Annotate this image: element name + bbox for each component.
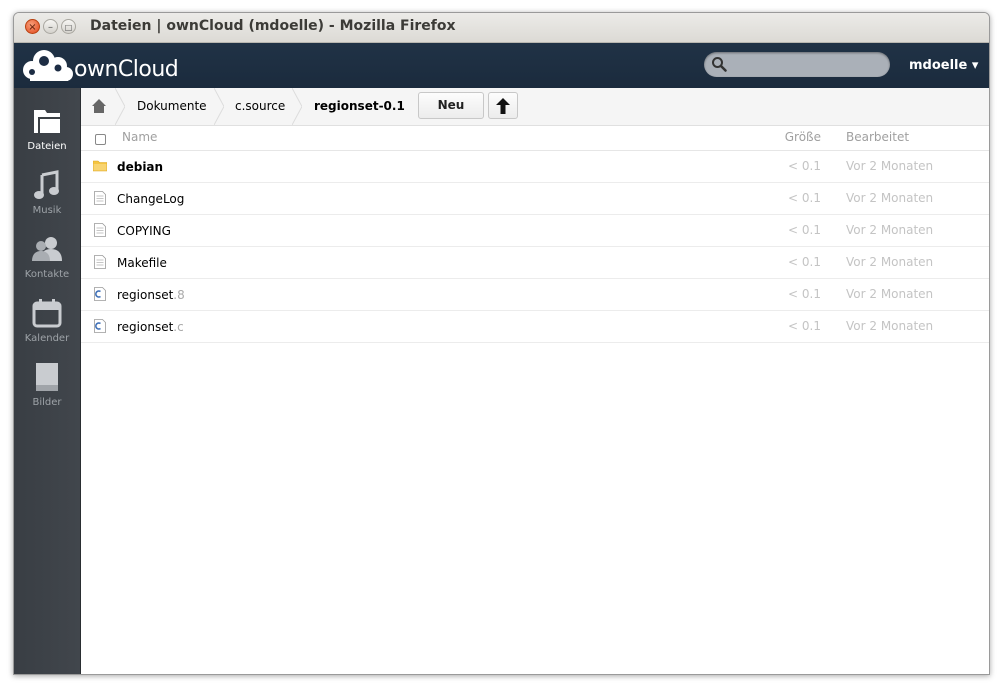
table-header: Name Größe Bearbeitet	[81, 126, 989, 151]
file-modified: Vor 2 Monaten	[846, 255, 934, 269]
sidebar-item-kalender[interactable]: Kalender	[14, 297, 80, 357]
calendar-icon	[32, 299, 62, 328]
sidebar-item-kontakte[interactable]: Kontakte	[14, 233, 80, 293]
home-icon	[92, 99, 106, 113]
file-size: < 0.1	[788, 159, 821, 173]
folder-icon	[93, 160, 107, 172]
file-modified: Vor 2 Monaten	[846, 287, 934, 301]
files-content: Dokumente c.source regionset-0.1 Neu Nam…	[81, 88, 989, 674]
breadcrumb-item-dokumente[interactable]: Dokumente	[137, 88, 207, 125]
file-size: < 0.1	[788, 255, 821, 269]
table-row[interactable]: regionset.c < 0.1 Vor 2 Monaten	[81, 311, 989, 343]
file-name: ChangeLog	[117, 192, 185, 206]
file-modified: Vor 2 Monaten	[846, 319, 934, 333]
select-all-checkbox[interactable]	[95, 134, 106, 145]
file-name: Makefile	[117, 256, 167, 270]
text-file-icon	[94, 223, 106, 237]
table-row[interactable]: regionset.8 < 0.1 Vor 2 Monaten	[81, 279, 989, 311]
sidebar-item-label: Bilder	[32, 397, 62, 408]
controls-bar: Dokumente c.source regionset-0.1 Neu	[81, 88, 989, 126]
new-button[interactable]: Neu	[418, 92, 484, 119]
file-size: < 0.1	[788, 319, 821, 333]
search-box[interactable]	[704, 52, 890, 77]
window-maximize-button[interactable]: □	[61, 19, 76, 34]
file-modified: Vor 2 Monaten	[846, 191, 934, 205]
browser-window: × – □ Dateien | ownCloud (mdoelle) - Moz…	[13, 12, 990, 675]
window-title: Dateien | ownCloud (mdoelle) - Mozilla F…	[90, 18, 456, 34]
file-size: < 0.1	[788, 223, 821, 237]
upload-arrow-icon	[496, 98, 510, 114]
file-modified: Vor 2 Monaten	[846, 223, 934, 237]
table-row[interactable]: debian < 0.1 Vor 2 Monaten	[81, 151, 989, 183]
sidebar-item-label: Kalender	[24, 333, 70, 344]
breadcrumb-separator-icon	[214, 88, 224, 125]
file-name: COPYING	[117, 224, 171, 238]
logo-text: ownCloud	[74, 57, 179, 82]
sidebar-item-label: Dateien	[27, 141, 67, 152]
breadcrumb-separator-icon	[115, 88, 125, 125]
text-file-icon	[94, 191, 106, 205]
file-modified: Vor 2 Monaten	[846, 159, 934, 173]
upload-button[interactable]	[488, 92, 518, 119]
file-name: regionset.8	[117, 288, 185, 302]
cloud-logo-icon	[23, 50, 73, 81]
owncloud-logo[interactable]: ownCloud	[20, 48, 180, 84]
sidebar-item-musik[interactable]: Musik	[14, 169, 80, 229]
column-header-name[interactable]: Name	[122, 130, 157, 144]
column-header-modified[interactable]: Bearbeitet	[846, 130, 909, 144]
file-size: < 0.1	[788, 287, 821, 301]
breadcrumb-home[interactable]	[81, 88, 115, 125]
file-name: debian	[117, 160, 164, 174]
app-sidebar: Dateien Musik Kontakte Kalender Bilder	[14, 88, 81, 674]
window-close-button[interactable]: ×	[25, 19, 40, 34]
breadcrumb-separator-icon	[292, 88, 302, 125]
column-header-size[interactable]: Größe	[785, 130, 821, 144]
breadcrumb-item-c-source[interactable]: c.source	[235, 88, 285, 125]
window-titlebar: × – □ Dateien | ownCloud (mdoelle) - Moz…	[14, 13, 989, 43]
sidebar-item-label: Kontakte	[24, 269, 70, 280]
file-size: < 0.1	[788, 191, 821, 205]
contacts-icon	[32, 237, 62, 261]
breadcrumb-item-current: regionset-0.1	[314, 99, 405, 113]
search-input[interactable]	[732, 55, 886, 75]
user-menu[interactable]: mdoelle ▾	[909, 58, 978, 73]
search-icon	[712, 57, 727, 72]
table-row[interactable]: COPYING < 0.1 Vor 2 Monaten	[81, 215, 989, 247]
table-row[interactable]: ChangeLog < 0.1 Vor 2 Monaten	[81, 183, 989, 215]
folder-icon	[34, 110, 60, 133]
sidebar-item-dateien[interactable]: Dateien	[14, 105, 80, 165]
pictures-icon	[36, 363, 58, 391]
sidebar-item-label: Musik	[32, 205, 62, 216]
c-source-file-icon	[94, 319, 106, 333]
sidebar-item-bilder[interactable]: Bilder	[14, 361, 80, 421]
music-icon	[34, 170, 59, 199]
text-file-icon	[94, 255, 106, 269]
window-minimize-button[interactable]: –	[43, 19, 58, 34]
table-row[interactable]: Makefile < 0.1 Vor 2 Monaten	[81, 247, 989, 279]
c-source-file-icon	[94, 287, 106, 301]
app-header: ownCloud mdoelle ▾	[14, 43, 989, 88]
file-name: regionset.c	[117, 320, 184, 334]
